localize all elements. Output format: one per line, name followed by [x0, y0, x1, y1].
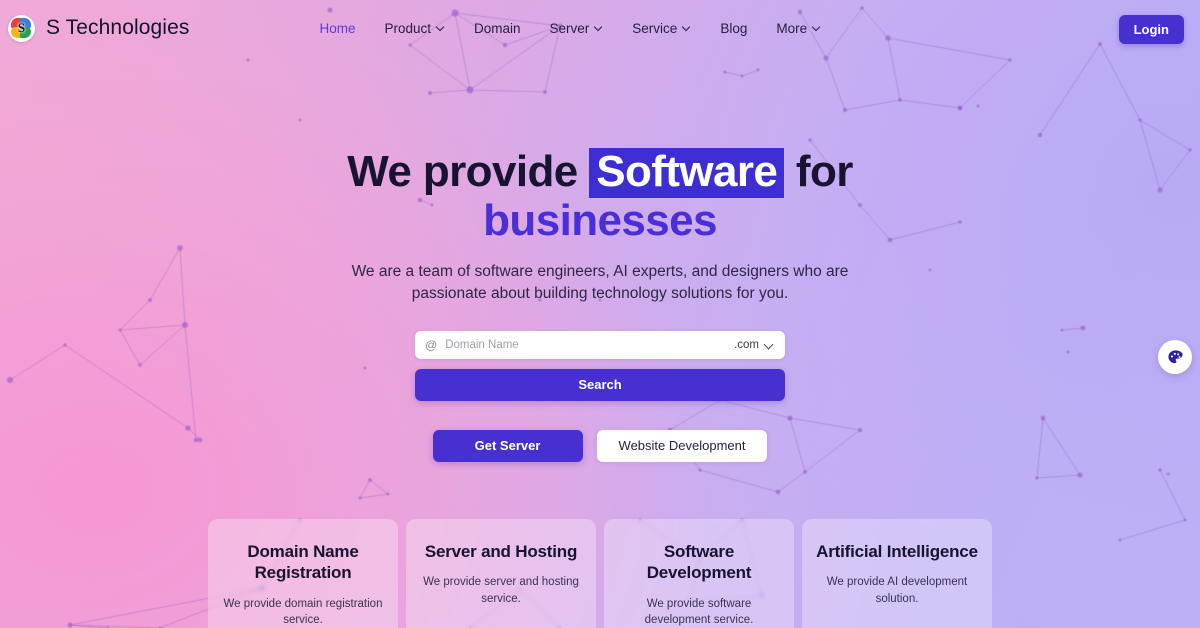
feature-card-software-development[interactable]: Software Development We provide software… [604, 519, 794, 628]
chevron-down-icon [594, 23, 603, 32]
chevron-down-icon [765, 340, 774, 349]
brand-logo[interactable]: S S Technologies [8, 14, 190, 42]
feature-card-server-hosting[interactable]: Server and Hosting We provide server and… [406, 519, 596, 628]
feature-card-domain-registration[interactable]: Domain Name Registration We provide doma… [208, 519, 398, 628]
theme-customizer-button[interactable] [1158, 340, 1192, 374]
feature-cards: Domain Name Registration We provide doma… [0, 519, 1200, 628]
headline-line-1: We provide Software for [0, 148, 1200, 198]
card-title: Server and Hosting [424, 542, 578, 561]
tld-dropdown[interactable]: .com [734, 339, 774, 351]
main-navigation: Home Product Domain Server Service Blog … [319, 21, 821, 36]
color-palette-icon [1167, 349, 1183, 363]
chevron-down-icon [682, 23, 691, 32]
nav-item-service[interactable]: Service [632, 21, 691, 36]
card-title: Software Development [646, 542, 752, 583]
nav-item-domain[interactable]: Domain [474, 21, 521, 36]
chevron-down-icon [436, 23, 445, 32]
nav-label: Server [549, 20, 590, 36]
nav-item-server[interactable]: Server [550, 21, 604, 36]
page-title: We provide Software for businesses [0, 148, 1200, 244]
card-description: We provide software development service. [644, 597, 754, 626]
search-button[interactable]: Search [415, 368, 785, 401]
hero-section: We provide Software for businesses We ar… [0, 0, 1200, 462]
headline-line-2: businesses [483, 196, 717, 245]
domain-name-input[interactable] [445, 338, 735, 351]
nav-label: Domain [474, 20, 521, 36]
login-button[interactable]: Login [1118, 15, 1184, 44]
card-description: We provide AI development solution. [826, 576, 968, 605]
card-title: Artificial Intelligence [816, 542, 978, 561]
card-description: We provide domain registration service. [223, 597, 383, 626]
nav-label: Service [632, 20, 678, 36]
nav-item-home[interactable]: Home [319, 21, 355, 36]
tld-value: .com [734, 338, 759, 351]
feature-card-artificial-intelligence[interactable]: Artificial Intelligence We provide AI de… [802, 519, 992, 628]
headline-text-before: We provide [347, 147, 590, 196]
domain-search-field[interactable]: @ .com [415, 330, 785, 359]
logo-letter: S [17, 20, 26, 35]
cta-button-row: Get Server Website Development [0, 429, 1200, 462]
headline-text-after: for [784, 147, 853, 196]
brand-name: S Technologies [46, 16, 190, 39]
headline-highlight: Software [589, 148, 785, 198]
site-header: S S Technologies Home Product Domain Ser… [0, 0, 1200, 56]
card-title: Domain Name Registration [247, 542, 359, 583]
at-sign-icon: @ [425, 337, 438, 352]
nav-item-blog[interactable]: Blog [720, 21, 747, 36]
hero-subtext: We are a team of software engineers, AI … [351, 262, 849, 302]
nav-label: Home [319, 20, 356, 36]
nav-label: More [776, 20, 808, 36]
chevron-down-icon [812, 23, 821, 32]
nav-item-product[interactable]: Product [384, 21, 445, 36]
nav-label: Blog [720, 20, 748, 36]
nav-item-more[interactable]: More [776, 21, 821, 36]
card-description: We provide server and hosting service. [423, 576, 579, 605]
landing-page: S S Technologies Home Product Domain Ser… [0, 0, 1200, 628]
website-development-button[interactable]: Website Development [596, 429, 768, 462]
s-technologies-logo-icon: S [8, 14, 35, 42]
get-server-button[interactable]: Get Server [432, 429, 583, 462]
nav-label: Product [384, 20, 431, 36]
